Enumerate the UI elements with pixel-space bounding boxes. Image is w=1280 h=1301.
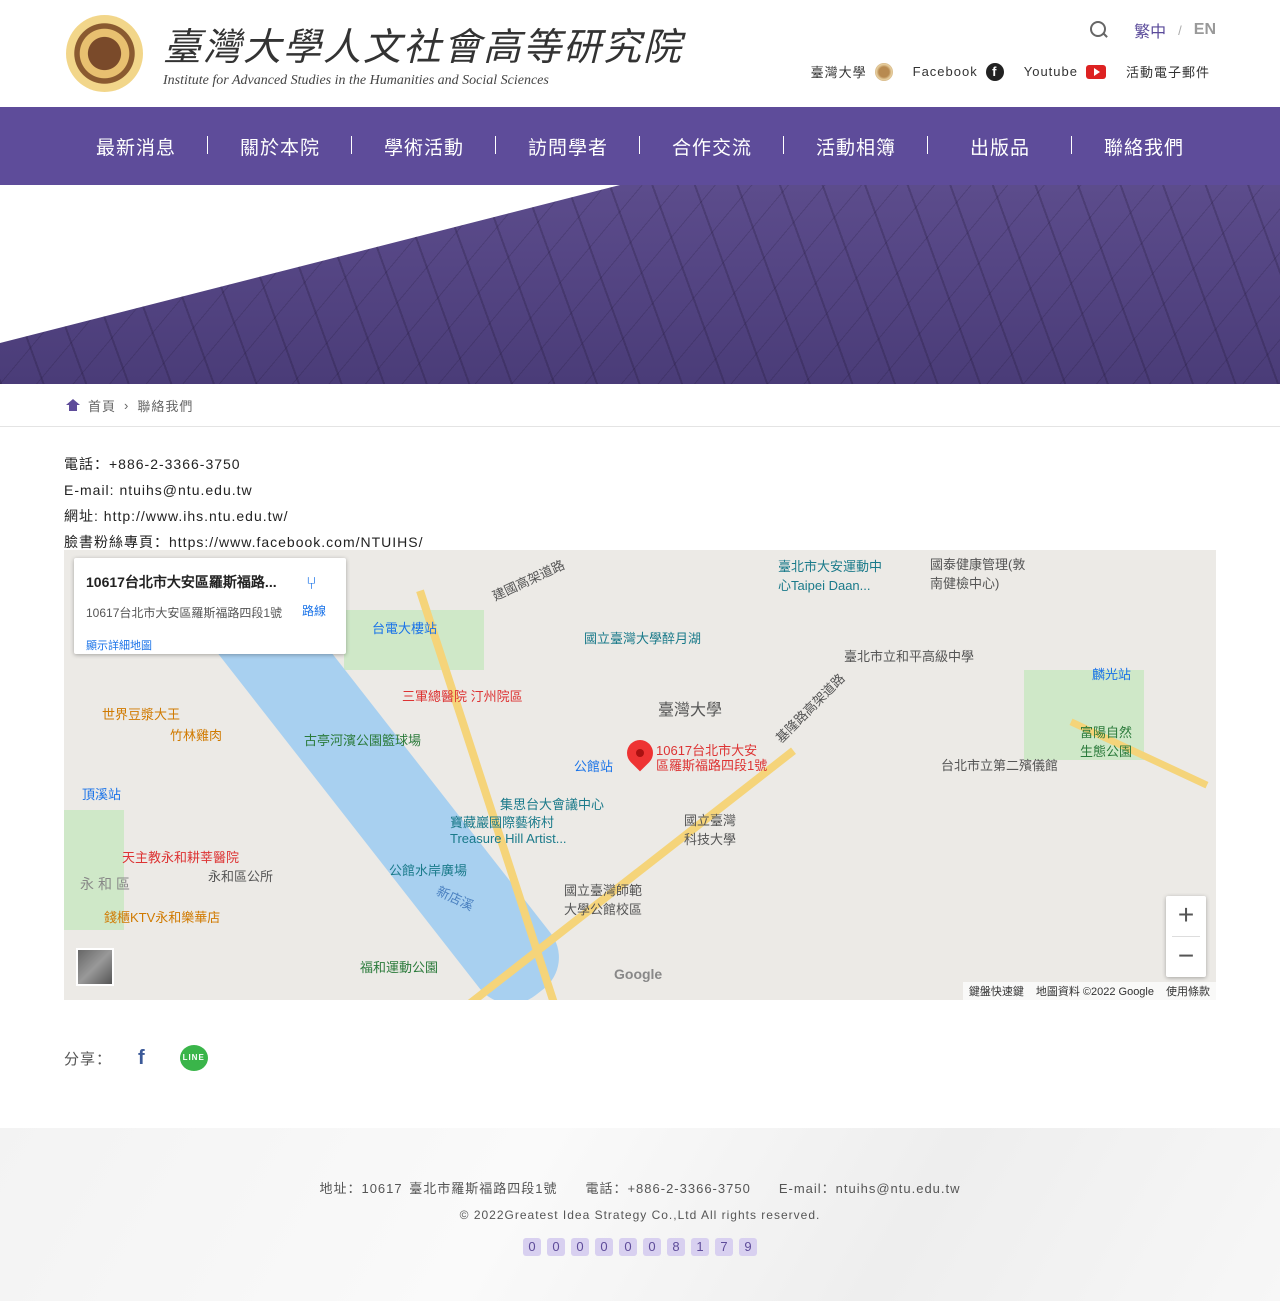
place-address: 10617台北市大安區羅斯福路四段1號 <box>86 606 283 620</box>
facebook-share-icon[interactable]: f <box>138 1047 146 1070</box>
map-label: 國立臺灣大學醉月湖 <box>584 631 702 646</box>
home-icon[interactable] <box>66 399 80 411</box>
banner-image <box>0 185 1280 384</box>
map-label: 古亭河濱公園籃球場 <box>304 733 422 748</box>
contact-info: 電話：+886-2-3366-3750 E-mail: ntuihs@ntu.e… <box>64 451 424 555</box>
newsletter-link[interactable]: 活動電子郵件 <box>1126 62 1210 81</box>
contact-website: 網址: http://www.ihs.ntu.edu.tw/ <box>64 508 289 524</box>
zoom-in-button[interactable]: + <box>1166 896 1206 936</box>
counter-digit: 0 <box>619 1238 637 1256</box>
ntu-link[interactable]: 臺灣大學 <box>811 62 867 81</box>
footer-phone: 電話：+886-2-3366-3750 <box>585 1181 751 1196</box>
map-label: 永和區公所 <box>208 869 274 884</box>
map-label: 台北市立第二殯儀館 <box>941 758 1059 773</box>
map-label: 永和區 <box>80 876 134 892</box>
place-title: 10617台北市大安區羅斯福路... <box>86 574 277 590</box>
map-label: 臺灣大學 <box>658 702 723 719</box>
map-data-text: 地圖資料 ©2022 Google <box>1035 986 1154 998</box>
lang-en-link[interactable]: EN <box>1194 21 1216 39</box>
counter-digit: 9 <box>739 1238 757 1256</box>
nav-publications[interactable]: 出版品 <box>928 133 1072 160</box>
site-subtitle: Institute for Advanced Studies in the Hu… <box>163 73 549 88</box>
share-bar: 分享： f LINE <box>64 1045 208 1071</box>
youtube-icon[interactable] <box>1085 64 1106 79</box>
map-label: 富陽自然生態公園 <box>1080 725 1133 759</box>
map-label: 臺北市立和平高級中學 <box>844 649 975 664</box>
pin-label: 10617台北市大安 區羅斯福路四段1號 <box>656 743 768 773</box>
counter-digit: 0 <box>595 1238 613 1256</box>
header: 臺灣大學人文社會高等研究院 Institute for Advanced Stu… <box>0 0 1280 107</box>
chevron-right-icon: › <box>124 397 130 413</box>
breadcrumb: 首頁 › 聯絡我們 <box>0 384 1280 427</box>
contact-phone: 電話：+886-2-3366-3750 <box>64 456 241 472</box>
footer-address: 地址：10617 臺北市羅斯福路四段1號 <box>319 1181 558 1196</box>
nav-albums[interactable]: 活動相簿 <box>784 133 928 160</box>
map-label: 國泰健康管理(敦南健檢中心) <box>930 557 1026 591</box>
nav-news[interactable]: 最新消息 <box>64 133 208 160</box>
map-attribution: 鍵盤快速鍵 地圖資料 ©2022 Google 使用條款 <box>962 982 1216 1000</box>
counter-digit: 8 <box>667 1238 685 1256</box>
directions-link[interactable]: 路線 <box>302 602 326 619</box>
map-label: 國立臺灣師範大學公館校區 <box>564 883 643 917</box>
google-logo: Google <box>614 966 663 982</box>
view-larger-map-link[interactable]: 顯示詳細地圖 <box>86 637 152 653</box>
map-label: 天主教永和耕莘醫院 <box>122 850 240 865</box>
youtube-link[interactable]: Youtube <box>1024 64 1078 79</box>
footer-email: E-mail：ntuihs@ntu.edu.tw <box>778 1181 961 1196</box>
breadcrumb-home[interactable]: 首頁 <box>88 396 116 415</box>
map-label: 寶藏巖國際藝術村Treasure Hill Artist... <box>450 815 567 846</box>
contact-email: E-mail: ntuihs@ntu.edu.tw <box>64 482 253 498</box>
map-place-card: 10617台北市大安區羅斯福路... 10617台北市大安區羅斯福路四段1號 顯… <box>74 558 346 654</box>
site-title[interactable]: 臺灣大學人文社會高等研究院 <box>163 16 683 71</box>
counter-digit: 1 <box>691 1238 709 1256</box>
keyboard-shortcuts-link[interactable]: 鍵盤快速鍵 <box>969 983 1024 999</box>
zoom-out-button[interactable]: − <box>1166 937 1206 977</box>
counter-digit: 0 <box>547 1238 565 1256</box>
counter-digit: 0 <box>571 1238 589 1256</box>
google-map[interactable]: 建國高架道路 國立臺灣大學醉月湖 臺灣大學 三軍總醫院 汀州院區 古亭河濱公園籃… <box>64 550 1216 1000</box>
map-label: 台電大樓站 <box>372 621 438 636</box>
search-icon[interactable] <box>1090 21 1108 39</box>
map-label: 福和運動公園 <box>360 960 439 975</box>
map-zoom-controls: + − <box>1166 896 1206 977</box>
map-label: 頂溪站 <box>82 787 122 802</box>
ntu-seal-icon[interactable] <box>874 62 893 81</box>
line-share-icon[interactable]: LINE <box>179 1045 208 1071</box>
footer: 地址：10617 臺北市羅斯福路四段1號 電話：+886-2-3366-3750 E… <box>0 1128 1280 1301</box>
visitor-counter: 0 0 0 0 0 0 8 1 7 9 <box>0 1238 1280 1256</box>
share-label: 分享： <box>64 1050 113 1068</box>
map-label: 臺北市大安運動中心Taipei Daan... <box>778 559 883 593</box>
map-label: 三軍總醫院 汀州院區 <box>402 689 523 704</box>
ntu-logo[interactable] <box>66 15 143 92</box>
nav-about[interactable]: 關於本院 <box>208 133 352 160</box>
satellite-toggle[interactable] <box>76 948 114 986</box>
main-nav: 最新消息 關於本院 學術活動 訪問學者 合作交流 活動相簿 出版品 聯絡我們 <box>0 107 1280 185</box>
facebook-icon[interactable]: f <box>985 62 1004 81</box>
terms-link[interactable]: 使用條款 <box>1166 983 1210 999</box>
map-label: 建國高架道路 <box>489 557 567 604</box>
map-label: 公館水岸廣場 <box>389 863 468 878</box>
map-label: 集思台大會議中心 <box>500 797 605 812</box>
nav-cooperation[interactable]: 合作交流 <box>640 133 784 160</box>
nav-contact[interactable]: 聯絡我們 <box>1072 133 1216 160</box>
map-label: 國立臺灣科技大學 <box>684 813 737 847</box>
nav-events[interactable]: 學術活動 <box>352 133 496 160</box>
map-label: 麟光站 <box>1092 667 1132 682</box>
map-label: 錢櫃KTV永和樂華店 <box>104 910 221 925</box>
counter-digit: 7 <box>715 1238 733 1256</box>
footer-copyright: © 2022Greatest Idea Strategy Co.,Ltd All… <box>459 1208 821 1222</box>
map-label: 基隆路高架道路 <box>772 670 848 746</box>
counter-digit: 0 <box>643 1238 661 1256</box>
facebook-link[interactable]: Facebook <box>913 64 978 79</box>
directions-icon[interactable]: ⑂ <box>306 574 324 592</box>
map-label: 公館站 <box>574 759 614 774</box>
counter-digit: 0 <box>523 1238 541 1256</box>
map-label: 世界豆漿大王 <box>102 707 181 722</box>
location-pin-icon[interactable] <box>621 734 659 772</box>
map-label: 竹林雞肉 <box>170 728 223 743</box>
breadcrumb-current: 聯絡我們 <box>137 398 194 414</box>
lang-zh-link[interactable]: 繁中 <box>1134 18 1166 42</box>
lang-separator: / <box>1178 22 1182 38</box>
nav-visiting-scholars[interactable]: 訪問學者 <box>496 133 640 160</box>
